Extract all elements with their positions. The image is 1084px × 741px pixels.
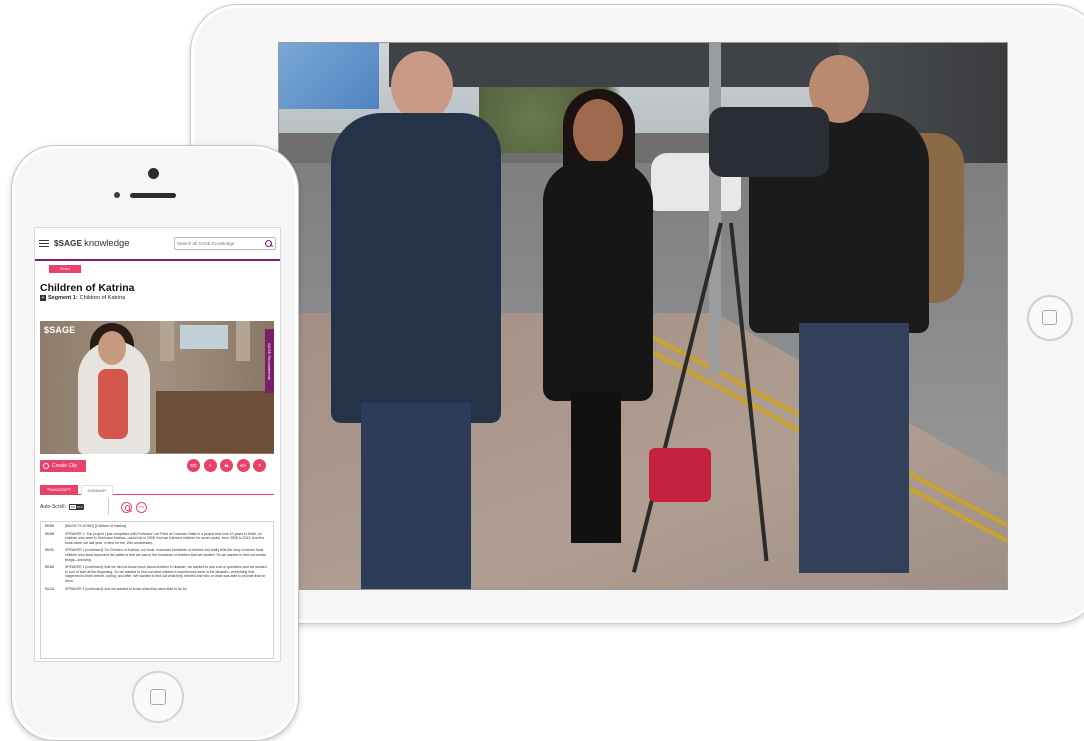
toggle-off: OFF bbox=[76, 505, 83, 509]
transcript-row[interactable]: 00:52 SPEAKER 1 [continued]: that we did… bbox=[45, 565, 269, 583]
wall-art bbox=[180, 325, 228, 349]
table bbox=[156, 391, 274, 453]
create-clip-label: Create Clip bbox=[52, 463, 78, 469]
timestamp[interactable]: 01:13 bbox=[45, 587, 59, 592]
news-interview-scene bbox=[279, 43, 1007, 589]
transcript-text: SPEAKER 1 [continued]: So Children of Ka… bbox=[65, 548, 267, 562]
autoscroll-control: Auto-Scroll: ON OFF bbox=[40, 504, 84, 510]
proximity-sensor bbox=[114, 192, 120, 198]
video-camera bbox=[709, 107, 829, 177]
page-title: Children of Katrina bbox=[40, 282, 135, 294]
search-input[interactable] bbox=[177, 238, 265, 249]
segment-selector[interactable]: + Segment 1: Children of Katrina bbox=[40, 295, 125, 301]
front-camera bbox=[148, 168, 159, 179]
lamp bbox=[160, 321, 174, 361]
tab-transcript[interactable]: TRANSCRIPT bbox=[40, 485, 78, 495]
billboard bbox=[279, 43, 379, 109]
speaker-face bbox=[98, 331, 126, 365]
lamp bbox=[236, 321, 250, 361]
red-bag bbox=[649, 448, 711, 502]
transcript-text: SPEAKER 1 [continued]: that we did not k… bbox=[65, 565, 267, 583]
timestamp[interactable]: 00:09 bbox=[45, 532, 59, 546]
help-icon[interactable]: ? bbox=[253, 459, 266, 472]
timestamp[interactable]: 00:00 bbox=[45, 524, 59, 529]
segment-name: Children of Katrina bbox=[79, 295, 126, 301]
transcript-search-icon[interactable] bbox=[121, 502, 132, 513]
speaker-scarf bbox=[98, 369, 128, 439]
lamp-pole bbox=[709, 43, 721, 373]
scissors-icon bbox=[43, 463, 49, 469]
segment-toggle-icon[interactable]: + bbox=[40, 295, 46, 301]
pdf-icon[interactable]: PDF bbox=[136, 502, 147, 513]
timestamp[interactable]: 00:31 bbox=[45, 548, 59, 562]
hamburger-menu-icon[interactable] bbox=[39, 239, 49, 248]
reporter-legs bbox=[571, 393, 621, 543]
reporter-head bbox=[573, 99, 623, 163]
reporter-coat bbox=[543, 161, 653, 401]
tablet-video-frame[interactable] bbox=[278, 42, 1008, 590]
phone-screen: $SAGE knowledge Video Children of Katrin… bbox=[34, 227, 281, 662]
logo-word: knowledge bbox=[84, 238, 130, 249]
embed-icon[interactable]: </> bbox=[236, 459, 250, 472]
list-icon[interactable]: ≡ bbox=[203, 459, 217, 472]
autoscroll-label: Auto-Scroll: bbox=[40, 504, 66, 510]
interviewee-legs bbox=[361, 403, 471, 589]
content-tabs: TRANSCRIPT SUMMARY bbox=[40, 485, 274, 495]
create-clip-button[interactable]: Create Clip bbox=[40, 460, 86, 472]
transcript-row[interactable]: 00:09 SPEAKER 1: The project I just comp… bbox=[45, 532, 269, 546]
share-icon[interactable]: ⇆ bbox=[220, 459, 233, 472]
transcript-text: SPEAKER 1: The project I just completed … bbox=[65, 531, 265, 545]
phone-home-button[interactable] bbox=[132, 671, 184, 723]
autoscroll-toggle[interactable]: ON OFF bbox=[68, 504, 84, 510]
divider bbox=[108, 498, 109, 515]
transcript-panel[interactable]: 00:00 [MUSIC PLAYING] [Children of Katri… bbox=[40, 521, 274, 659]
tab-summary[interactable]: SUMMARY bbox=[81, 485, 113, 495]
transcript-row[interactable]: 00:31 SPEAKER 1 [continued]: So Children… bbox=[45, 548, 269, 562]
earpiece-speaker bbox=[130, 193, 176, 198]
search-icon[interactable] bbox=[265, 239, 273, 248]
transcript-text: [MUSIC PLAYING] [Children of Katrina] bbox=[65, 524, 127, 528]
sage-knowledge-logo[interactable]: $SAGE knowledge bbox=[54, 238, 130, 249]
transcript-row[interactable]: 00:00 [MUSIC PLAYING] [Children of Katri… bbox=[45, 524, 269, 529]
app-header: $SAGE knowledge bbox=[35, 228, 280, 261]
interviewee-jacket bbox=[331, 113, 501, 423]
logo-mark: $SAGE bbox=[54, 239, 83, 248]
content-type-badge: Video bbox=[49, 265, 81, 273]
recommends-tab[interactable]: SAGE Recommends bbox=[265, 329, 274, 393]
camera-operator-legs bbox=[799, 323, 909, 573]
transcript-row[interactable]: 01:13 SPEAKER 1 [continued]: and we want… bbox=[45, 587, 269, 592]
timestamp[interactable]: 00:52 bbox=[45, 565, 59, 583]
video-watermark: $SAGE bbox=[44, 325, 76, 335]
transcript-text: SPEAKER 1 [continued]: and we wanted to … bbox=[65, 586, 187, 591]
interviewee-head bbox=[391, 51, 453, 121]
tablet-home-button[interactable] bbox=[1027, 295, 1073, 341]
segment-label: Segment 1: bbox=[48, 295, 78, 301]
search-box bbox=[174, 237, 276, 250]
tablet-device bbox=[190, 4, 1084, 624]
captions-icon[interactable]: CC bbox=[187, 459, 200, 472]
video-player[interactable]: $SAGE SAGE Recommends bbox=[40, 321, 274, 454]
player-tools: CC ≡ ⇆ </> ? bbox=[187, 459, 266, 472]
phone-device: $SAGE knowledge Video Children of Katrin… bbox=[11, 145, 299, 741]
